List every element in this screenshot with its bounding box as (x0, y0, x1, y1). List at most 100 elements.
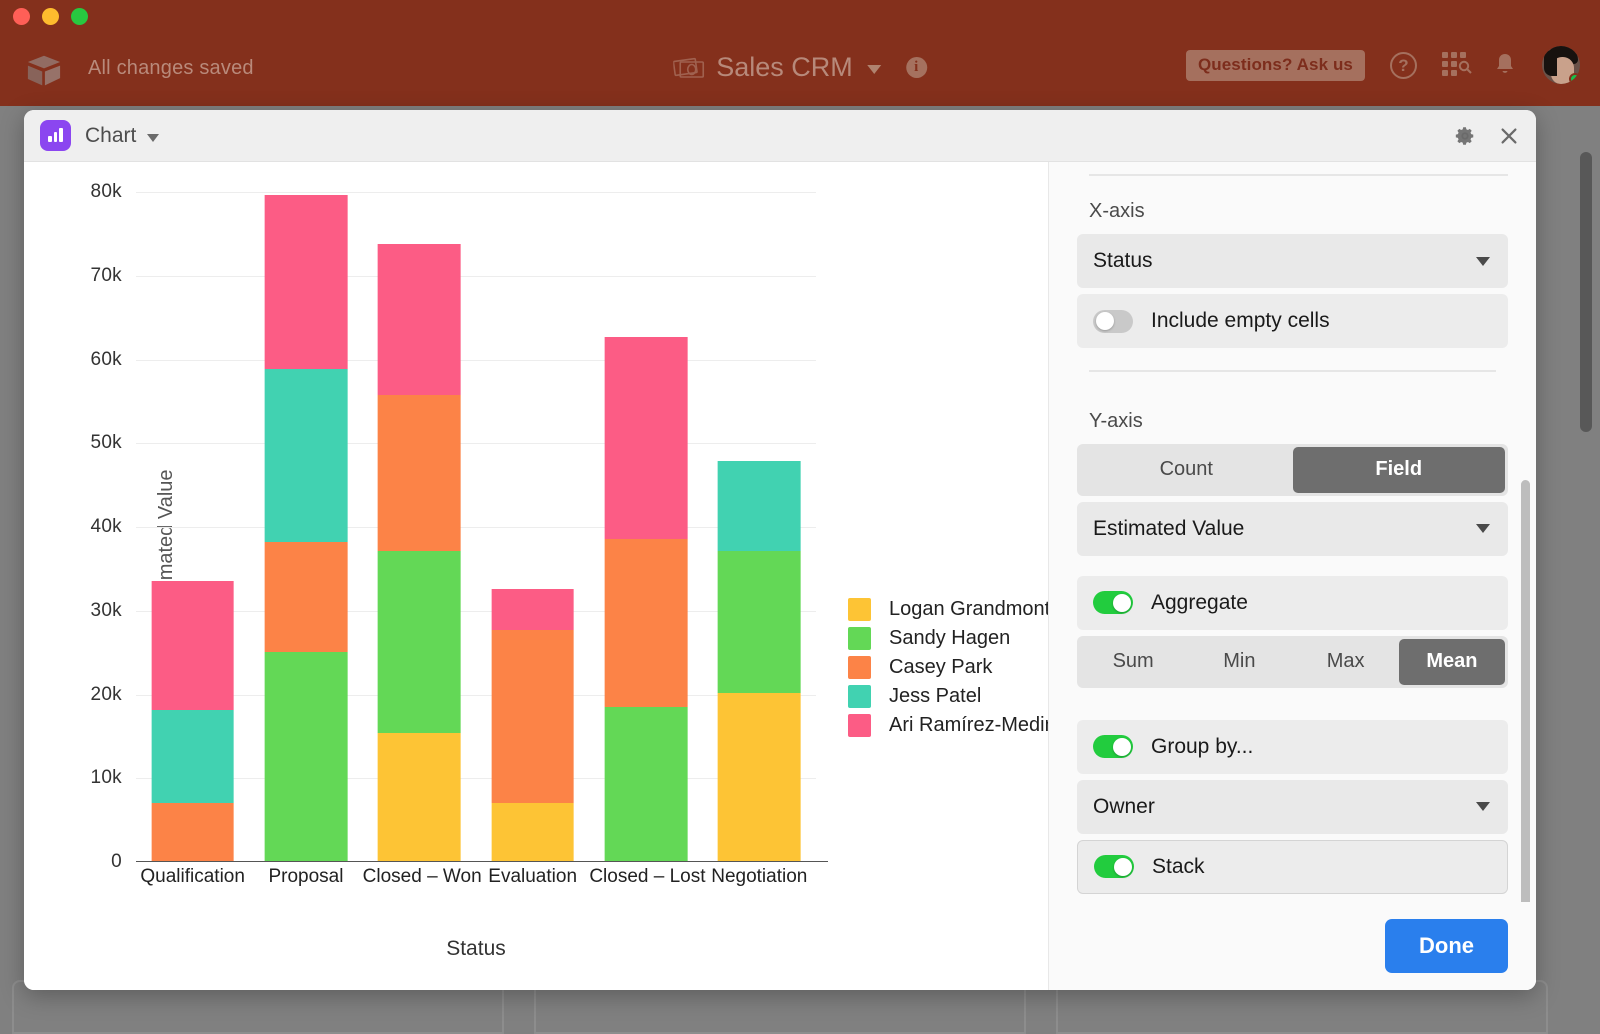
questions-ask-us-button[interactable]: Questions? Ask us (1185, 49, 1365, 81)
bar-segment[interactable] (717, 460, 801, 552)
y-axis-mode-field[interactable]: Field (1292, 446, 1505, 493)
bar-category-slot: Negotiation (703, 192, 816, 887)
bar-category-slot: Qualification (136, 192, 249, 887)
legend-item[interactable]: Sandy Hagen (848, 626, 1067, 650)
bar-segment[interactable] (264, 651, 348, 862)
section-divider (1089, 370, 1496, 372)
page-scrollbar[interactable] (1580, 152, 1592, 432)
y-axis-tick-label: 40k (90, 516, 122, 537)
include-empty-cells-row[interactable]: Include empty cells (1077, 294, 1508, 348)
maximize-window-button[interactable] (71, 8, 88, 25)
bar-segment[interactable] (377, 243, 461, 395)
stacked-bar[interactable] (717, 460, 801, 862)
legend-item[interactable]: Jess Patel (848, 684, 1067, 708)
notification-bell-icon[interactable] (1493, 52, 1517, 78)
aggregate-label: Aggregate (1151, 590, 1248, 614)
y-axis-mode-count[interactable]: Count (1080, 447, 1293, 493)
stack-toggle[interactable] (1094, 855, 1134, 878)
stack-row[interactable]: Stack (1077, 839, 1508, 894)
chevron-down-icon[interactable] (147, 133, 160, 142)
bar-chart-icon (40, 120, 71, 151)
question-mark-icon[interactable]: ? (1390, 51, 1417, 79)
stacked-bar[interactable] (264, 195, 348, 862)
bar-segment[interactable] (491, 630, 574, 803)
aggregate-toggle[interactable] (1093, 591, 1133, 614)
x-axis-line (136, 860, 828, 862)
y-axis-tick-label: 80k (90, 181, 122, 202)
apps-grid-search-icon[interactable] (1442, 52, 1472, 78)
bar-segment[interactable] (377, 733, 461, 862)
close-icon[interactable] (1498, 125, 1520, 147)
aggregate-row[interactable]: Aggregate (1077, 575, 1508, 630)
money-bills-icon (673, 57, 705, 78)
legend-label: Sandy Hagen (889, 626, 1011, 649)
aggregate-sum[interactable]: Sum (1080, 639, 1186, 685)
group-by-field-select[interactable]: Owner (1077, 779, 1508, 834)
x-axis-field-select[interactable]: Status (1077, 234, 1508, 288)
x-axis-tick-label: Evaluation (488, 866, 578, 887)
stacked-bar[interactable] (491, 589, 574, 862)
bar-segment[interactable] (264, 368, 348, 543)
chart-preview-pane: MEAN: Estimated Value 0 10k 20k 30k 40k 50k 60… (24, 162, 1067, 990)
bar-segment[interactable] (264, 542, 348, 652)
bar-segment[interactable] (264, 195, 348, 369)
y-axis-mode-segmented-control[interactable]: Count Field (1077, 443, 1508, 496)
stacked-bar[interactable] (604, 336, 688, 862)
y-axis-tick-label: 60k (90, 348, 122, 370)
window-traffic-lights (13, 8, 88, 25)
x-axis-tick-label: Closed – Lost (589, 866, 706, 887)
modal-body: MEAN: Estimated Value 0 10k 20k 30k 40k 50k 60… (24, 162, 1536, 990)
aggregate-function-segmented-control[interactable]: Sum Min Max Mean (1077, 635, 1508, 688)
gear-icon[interactable] (1454, 125, 1476, 147)
bar-segment[interactable] (717, 551, 801, 693)
group-by-toggle[interactable] (1093, 735, 1133, 758)
aggregate-mean[interactable]: Mean (1398, 638, 1505, 685)
presence-indicator (1569, 73, 1580, 84)
legend-color-swatch (848, 655, 871, 679)
y-axis-tick-label: 20k (90, 683, 122, 705)
x-axis-tick-label: Closed – Won (362, 866, 482, 887)
chevron-down-icon[interactable] (866, 65, 881, 74)
bar-series-group: Qualification Proposal Closed – Won Evaluat… (136, 192, 816, 887)
y-axis-tick-label: 50k (90, 432, 122, 454)
close-window-button[interactable] (13, 8, 30, 25)
legend-item[interactable]: Logan Grandmont (848, 597, 1067, 621)
bar-segment[interactable] (377, 394, 461, 552)
avatar[interactable] (1542, 46, 1580, 84)
settings-panel-scrollbar[interactable] (1521, 480, 1530, 930)
done-button[interactable]: Done (1385, 919, 1508, 973)
legend-color-swatch (848, 626, 871, 650)
y-axis-field-select[interactable]: Estimated Value (1077, 501, 1508, 556)
legend-item[interactable]: Casey Park (848, 655, 1067, 679)
y-axis-section-label: Y-axis (1089, 409, 1143, 432)
stacked-bar[interactable] (377, 243, 461, 862)
bar-segment[interactable] (604, 538, 688, 708)
bar-segment[interactable] (491, 589, 574, 631)
bar-segment[interactable] (151, 803, 235, 862)
bar-segment[interactable] (717, 692, 801, 862)
app-top-bar: All changes saved Sales CRM i Questions?… (0, 0, 1600, 106)
bar-segment[interactable] (151, 710, 235, 804)
legend-label: Logan Grandmont (889, 597, 1051, 620)
base-title-group[interactable]: Sales CRM i (673, 52, 927, 83)
y-axis-field-value: Estimated Value (1093, 516, 1245, 540)
app-bar-actions: Questions? Ask us ? (1185, 46, 1580, 84)
y-axis-tick-label: 10k (90, 767, 122, 789)
bar-segment[interactable] (377, 551, 461, 734)
bar-segment[interactable] (604, 707, 688, 862)
x-axis-title: Status (446, 937, 506, 960)
minimize-window-button[interactable] (42, 8, 59, 25)
x-axis-tick-label: Negotiation (711, 866, 808, 887)
group-by-row[interactable]: Group by... (1077, 719, 1508, 774)
settings-scroll-region[interactable]: X-axis Status Include empty cells Y-axis… (1049, 162, 1536, 902)
aggregate-max[interactable]: Max (1293, 639, 1399, 685)
aggregate-min[interactable]: Min (1186, 639, 1292, 685)
legend-item[interactable]: Ari Ramírez-Medina (848, 713, 1067, 737)
bar-segment[interactable] (604, 336, 688, 539)
include-empty-cells-toggle[interactable] (1093, 309, 1133, 333)
airtable-cube-icon[interactable] (26, 54, 62, 88)
stacked-bar[interactable] (151, 580, 235, 862)
info-icon[interactable]: i (905, 57, 927, 78)
bar-segment[interactable] (151, 580, 235, 711)
bar-segment[interactable] (491, 802, 574, 862)
